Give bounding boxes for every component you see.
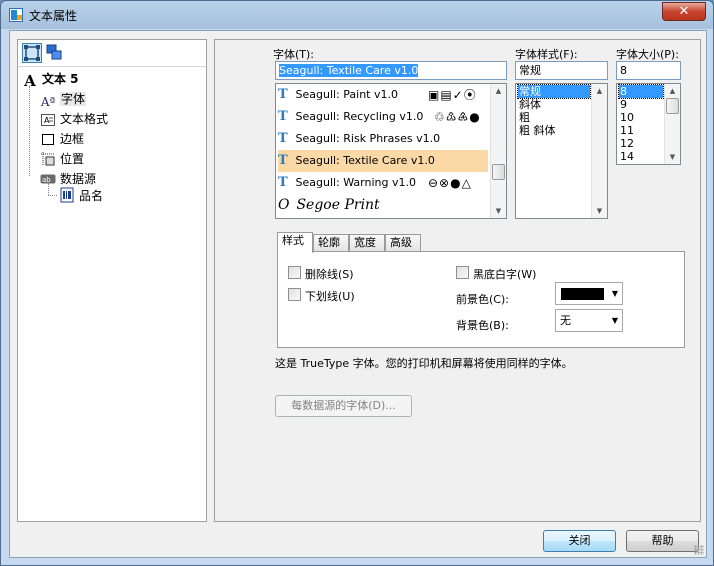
tree-toolbar <box>18 40 206 67</box>
app-icon <box>9 8 23 22</box>
font-size-listbox[interactable]: 8 9 10 11 12 14 ▲ ▼ <box>616 83 681 165</box>
font-size-option[interactable]: 11 <box>619 124 634 137</box>
scroll-up-arrow-icon[interactable]: ▲ <box>592 84 607 98</box>
font-style-listbox[interactable]: 常规 斜体 粗 粗 斜体 ▲ ▼ <box>515 83 608 219</box>
database-field-icon <box>59 187 75 203</box>
font-name-input[interactable]: Seagull: Textile Care v1.0 <box>275 61 507 80</box>
scroll-up-arrow-icon[interactable]: ▲ <box>665 84 680 98</box>
font-list-item-selected[interactable]: T Seagull: Textile Care v1.0 <box>278 150 488 172</box>
tree-connector <box>48 195 57 196</box>
property-tree-panel: A 文本 5 Aª 字体 A 文本格式 边框 位置 ab 数据源 品名 <box>17 39 207 522</box>
font-icon: Aª <box>40 95 56 109</box>
truetype-icon: T <box>278 153 288 168</box>
window-title: 文本属性 <box>29 9 78 23</box>
strikeout-label[interactable]: 删除线(S) <box>305 266 354 282</box>
scroll-up-arrow-icon[interactable]: ▲ <box>491 84 506 98</box>
scroll-thumb[interactable] <box>666 98 679 114</box>
underline-label[interactable]: 下划线(U) <box>305 288 355 304</box>
text-icon: A <box>24 72 36 90</box>
text-format-icon: A <box>40 114 56 130</box>
font-list-item[interactable]: T Seagull: Warning v1.0 ⊖⊗●△ <box>278 172 488 194</box>
foreground-color-dropdown[interactable]: ▼ <box>555 282 623 305</box>
tab-width[interactable]: 宽度 <box>349 234 385 252</box>
font-size-option[interactable]: 9 <box>619 98 627 111</box>
per-datasource-font-button[interactable]: 每数据源的字体(D)... <box>275 395 412 417</box>
font-listbox[interactable]: T Seagull: Paint v1.0 ▣▤✓⦿ T Seagull: Re… <box>275 83 507 219</box>
tree-root-text5[interactable]: A 文本 5 <box>22 69 78 90</box>
tree-connector <box>29 86 30 176</box>
font-style-option[interactable]: 粗 斜体 <box>518 124 556 137</box>
tree-item-product-name[interactable]: 品名 <box>59 186 103 206</box>
reverse-label[interactable]: 黑底白字(W) <box>473 266 536 282</box>
dialog-window: 文本属性 ✕ A 文本 5 Aª 字体 A 文本格式 边框 位置 ab 数据源 … <box>0 0 714 566</box>
tree-item-position[interactable]: 位置 <box>40 149 84 169</box>
font-size-option[interactable]: 8 <box>618 84 664 99</box>
foreground-color-label: 前景色(C): <box>456 293 509 306</box>
truetype-icon: T <box>278 109 288 124</box>
font-preview-glyphs: ▣▤✓⦿ <box>428 88 477 102</box>
strikeout-checkbox[interactable] <box>288 266 301 279</box>
scroll-down-arrow-icon[interactable]: ▼ <box>592 204 607 218</box>
font-style-scrollbar[interactable]: ▲ ▼ <box>591 84 607 218</box>
tree-item-font[interactable]: Aª 字体 <box>40 89 87 109</box>
font-list-item[interactable]: O Segoe Print <box>278 194 488 216</box>
chevron-down-icon: ▼ <box>611 316 618 325</box>
resize-grip-icon[interactable] <box>694 545 704 555</box>
close-button[interactable]: 关闭 <box>543 530 616 552</box>
style-tab-content: 删除线(S) 下划线(U) 黑底白字(W) 前景色(C): ▼ 背景色(B): … <box>277 251 685 348</box>
font-list-item[interactable]: T Seagull: Recycling v1.0 ♲♳♶● <box>278 106 488 128</box>
tab-advanced[interactable]: 高级 <box>385 234 421 252</box>
layers-icon[interactable] <box>45 43 65 63</box>
window-close-button[interactable]: ✕ <box>662 2 706 21</box>
font-size-option[interactable]: 14 <box>619 150 634 163</box>
tree-item-border[interactable]: 边框 <box>40 129 84 149</box>
font-list-item[interactable]: T Seagull: Paint v1.0 ▣▤✓⦿ <box>278 84 488 106</box>
font-list-scrollbar[interactable]: ▲ ▼ <box>490 84 506 218</box>
scroll-down-arrow-icon[interactable]: ▼ <box>491 204 506 218</box>
truetype-icon: T <box>278 87 288 102</box>
scroll-thumb[interactable] <box>492 164 505 180</box>
font-style-input[interactable]: 常规 <box>515 61 608 80</box>
font-style-option[interactable]: 斜体 <box>518 98 541 111</box>
font-style-label: 字体样式(F): <box>515 48 578 61</box>
svg-text:ab: ab <box>42 176 51 184</box>
font-size-input[interactable]: 8 <box>616 61 681 80</box>
font-description: 这是 TrueType 字体。您的打印机和屏幕将使用同样的字体。 <box>275 357 573 370</box>
title-bar[interactable]: 文本属性 ✕ <box>1 1 713 29</box>
font-list-item[interactable]: T Seagull: Risk Phrases v1.0 <box>278 128 488 150</box>
tree-item-text-format[interactable]: A 文本格式 <box>40 109 108 129</box>
tab-outline[interactable]: 轮廓 <box>313 234 349 252</box>
font-settings-panel: 字体(T): Seagull: Textile Care v1.0 T Seag… <box>214 39 701 522</box>
border-icon <box>40 134 56 150</box>
foreground-color-swatch <box>561 288 604 300</box>
scroll-down-arrow-icon[interactable]: ▼ <box>665 150 680 164</box>
font-size-option[interactable]: 12 <box>619 137 634 150</box>
background-color-label: 背景色(B): <box>456 319 509 332</box>
font-style-option[interactable]: 粗 <box>518 111 530 124</box>
tab-style[interactable]: 样式 <box>277 232 313 253</box>
reverse-checkbox[interactable] <box>456 266 469 279</box>
truetype-icon: T <box>278 131 288 146</box>
opentype-icon: O <box>278 197 290 213</box>
help-button[interactable]: 帮助 <box>626 530 699 552</box>
font-size-option[interactable]: 10 <box>619 111 634 124</box>
font-size-scrollbar[interactable]: ▲ ▼ <box>664 84 680 164</box>
font-preview-glyphs: ⊖⊗●△ <box>428 176 472 190</box>
position-icon <box>40 152 56 168</box>
truetype-icon: T <box>278 175 288 190</box>
background-color-dropdown[interactable]: 无 ▼ <box>555 309 623 332</box>
font-size-label: 字体大小(P): <box>616 48 679 61</box>
object-view-icon[interactable] <box>22 43 42 63</box>
font-style-option[interactable]: 常规 <box>517 84 591 99</box>
underline-checkbox[interactable] <box>288 288 301 301</box>
dialog-client-area: A 文本 5 Aª 字体 A 文本格式 边框 位置 ab 数据源 品名 字体(T… <box>9 30 707 558</box>
chevron-down-icon: ▼ <box>611 289 618 298</box>
font-preview-glyphs: ♲♳♶● <box>434 110 481 124</box>
font-label: 字体(T): <box>273 48 315 61</box>
tree-connector <box>48 183 49 195</box>
